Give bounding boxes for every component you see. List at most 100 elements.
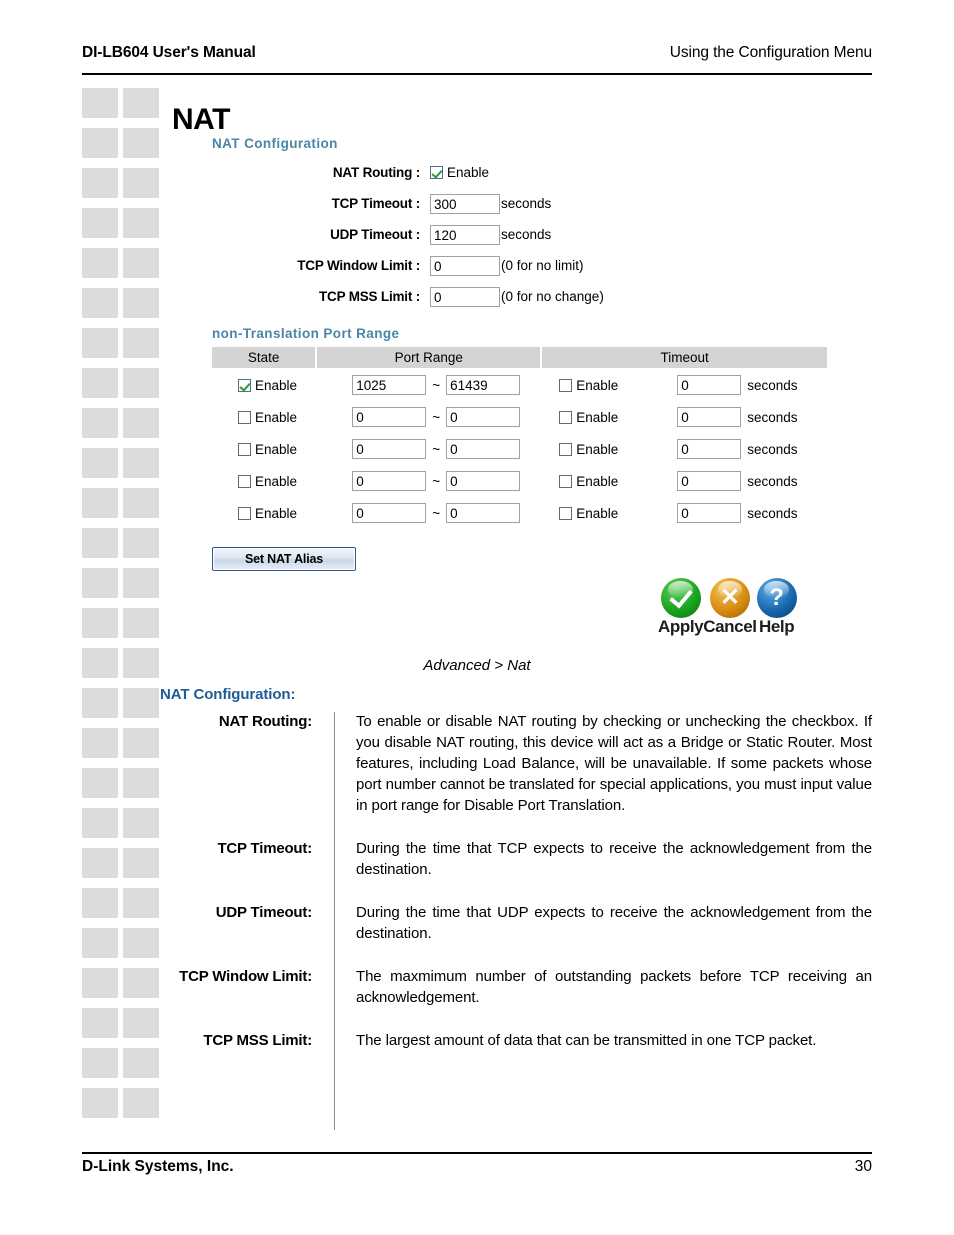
port-start-input[interactable]: 0 xyxy=(352,407,427,427)
nat-routing-enable-label: Enable xyxy=(447,165,490,180)
state-enable-label: Enable xyxy=(255,409,298,425)
decorative-square xyxy=(123,528,159,558)
checkbox-checked-icon[interactable] xyxy=(430,166,443,179)
checkbox-unchecked-icon[interactable] xyxy=(559,378,573,392)
help-button[interactable]: ? Help xyxy=(756,578,797,637)
decorative-square xyxy=(82,1008,118,1038)
set-nat-alias-button[interactable]: Set NAT Alias xyxy=(212,547,356,571)
form-row-tcp-timeout: TCP Timeout : 300 seconds xyxy=(208,188,868,219)
definition-term: TCP Window Limit: xyxy=(179,968,312,985)
decorative-square xyxy=(123,808,159,838)
timeout-checkbox-wrap-3[interactable]: Enable xyxy=(559,474,677,489)
decorative-square xyxy=(123,888,159,918)
timeout-checkbox-wrap-2[interactable]: Enable xyxy=(559,442,677,457)
question-circle-icon[interactable]: ? xyxy=(756,578,797,618)
cell-timeout: Enable 0 seconds xyxy=(541,369,827,402)
definition-list: NAT Configuration: NAT Routing: To enable… xyxy=(160,686,872,1073)
state-checkbox-wrap-3[interactable]: Enable xyxy=(238,474,316,489)
port-range-table-body: Enable 1025 ~61439 Enable 0 seconds Enable 0 ~0 E… xyxy=(212,369,827,530)
definition-description: During the time that TCP expects to rece… xyxy=(356,840,872,878)
state-checkbox-wrap-2[interactable]: Enable xyxy=(238,442,316,457)
decorative-square xyxy=(123,928,159,958)
checkbox-unchecked-icon[interactable] xyxy=(559,410,573,424)
decorative-square xyxy=(82,688,118,718)
decorative-square xyxy=(82,488,118,518)
port-start-input[interactable]: 0 xyxy=(352,439,427,459)
checkbox-checked-icon[interactable] xyxy=(238,378,251,392)
state-enable-label: Enable xyxy=(255,505,298,521)
timeout-input[interactable]: 0 xyxy=(677,503,742,523)
timeout-enable-label: Enable xyxy=(576,377,619,393)
decorative-square xyxy=(123,208,159,238)
router-ui-screenshot: NAT Configuration NAT Routing : Enable T… xyxy=(208,136,868,529)
tcp-timeout-input[interactable]: 300 xyxy=(430,193,500,214)
state-checkbox-wrap-4[interactable]: Enable xyxy=(238,506,316,521)
decorative-square xyxy=(82,208,118,238)
timeout-unit: seconds xyxy=(747,377,798,393)
cell-state: Enable xyxy=(212,433,316,465)
cell-timeout: Enable 0 seconds xyxy=(541,401,827,433)
port-start-input[interactable]: 1025 xyxy=(352,375,427,395)
decorative-square xyxy=(82,728,118,758)
decorative-square-grid xyxy=(82,88,162,1143)
non-translation-port-range-heading: non-Translation Port Range xyxy=(212,326,400,341)
checkbox-unchecked-icon[interactable] xyxy=(559,506,573,520)
tcp-timeout-unit: seconds xyxy=(501,196,552,211)
timeout-unit: seconds xyxy=(747,441,798,457)
timeout-checkbox-wrap-1[interactable]: Enable xyxy=(559,410,677,425)
checkbox-unchecked-icon[interactable] xyxy=(238,410,251,424)
port-start-input[interactable]: 0 xyxy=(352,503,427,523)
decorative-square xyxy=(82,368,118,398)
cancel-button[interactable]: ✕ Cancel xyxy=(703,578,757,637)
timeout-input[interactable]: 0 xyxy=(677,375,742,395)
range-separator: ~ xyxy=(432,377,441,393)
port-end-input[interactable]: 61439 xyxy=(446,375,521,395)
check-circle-icon[interactable] xyxy=(660,578,701,618)
apply-button[interactable]: Apply xyxy=(658,578,704,637)
port-range-table: State Port Range Timeout Enable 1025 ~6143… xyxy=(212,347,827,529)
checkbox-unchecked-icon[interactable] xyxy=(559,474,573,488)
port-end-input[interactable]: 0 xyxy=(446,503,521,523)
checkbox-unchecked-icon[interactable] xyxy=(559,442,573,456)
tcp-window-limit-input[interactable]: 0 xyxy=(430,255,500,276)
timeout-checkbox-wrap-4[interactable]: Enable xyxy=(559,506,677,521)
definition-item: TCP MSS Limit: The largest amount of data… xyxy=(160,1030,872,1051)
company-name: D-Link Systems, Inc. xyxy=(82,1158,234,1175)
x-circle-icon[interactable]: ✕ xyxy=(709,578,750,618)
port-end-input[interactable]: 0 xyxy=(446,471,521,491)
timeout-checkbox-wrap-0[interactable]: Enable xyxy=(559,378,677,393)
nat-routing-checkbox-wrap[interactable]: Enable xyxy=(430,165,489,180)
cell-port-range: 0 ~0 xyxy=(316,497,541,529)
udp-timeout-input[interactable]: 120 xyxy=(430,224,500,245)
table-row: Enable 1025 ~61439 Enable 0 seconds xyxy=(212,369,827,402)
decorative-square xyxy=(123,1048,159,1078)
decorative-square xyxy=(123,608,159,638)
timeout-input[interactable]: 0 xyxy=(677,439,742,459)
checkbox-unchecked-icon[interactable] xyxy=(238,474,251,488)
decorative-square xyxy=(82,608,118,638)
timeout-unit: seconds xyxy=(747,409,798,425)
timeout-input[interactable]: 0 xyxy=(677,471,742,491)
decorative-square xyxy=(123,408,159,438)
cell-state: Enable xyxy=(212,369,316,402)
state-checkbox-wrap-0[interactable]: Enable xyxy=(238,378,316,393)
decorative-square xyxy=(82,968,118,998)
port-start-input[interactable]: 0 xyxy=(352,471,427,491)
tcp-mss-limit-input[interactable]: 0 xyxy=(430,286,500,307)
table-row: Enable 0 ~0 Enable 0 seconds xyxy=(212,401,827,433)
tcp-window-limit-hint: (0 for no limit) xyxy=(501,258,584,273)
decorative-square xyxy=(82,408,118,438)
tcp-timeout-label: TCP Timeout : xyxy=(331,196,421,211)
decorative-square xyxy=(123,288,159,318)
timeout-unit: seconds xyxy=(747,505,798,521)
definition-description: During the time that UDP expects to rece… xyxy=(356,904,872,942)
definition-description: To enable or disable NAT routing by chec… xyxy=(356,713,872,814)
state-checkbox-wrap-1[interactable]: Enable xyxy=(238,410,316,425)
decorative-square xyxy=(123,88,159,118)
timeout-input[interactable]: 0 xyxy=(677,407,742,427)
port-end-input[interactable]: 0 xyxy=(446,407,521,427)
checkbox-unchecked-icon[interactable] xyxy=(238,442,251,456)
state-enable-label: Enable xyxy=(255,441,298,457)
port-end-input[interactable]: 0 xyxy=(446,439,521,459)
checkbox-unchecked-icon[interactable] xyxy=(238,506,251,520)
